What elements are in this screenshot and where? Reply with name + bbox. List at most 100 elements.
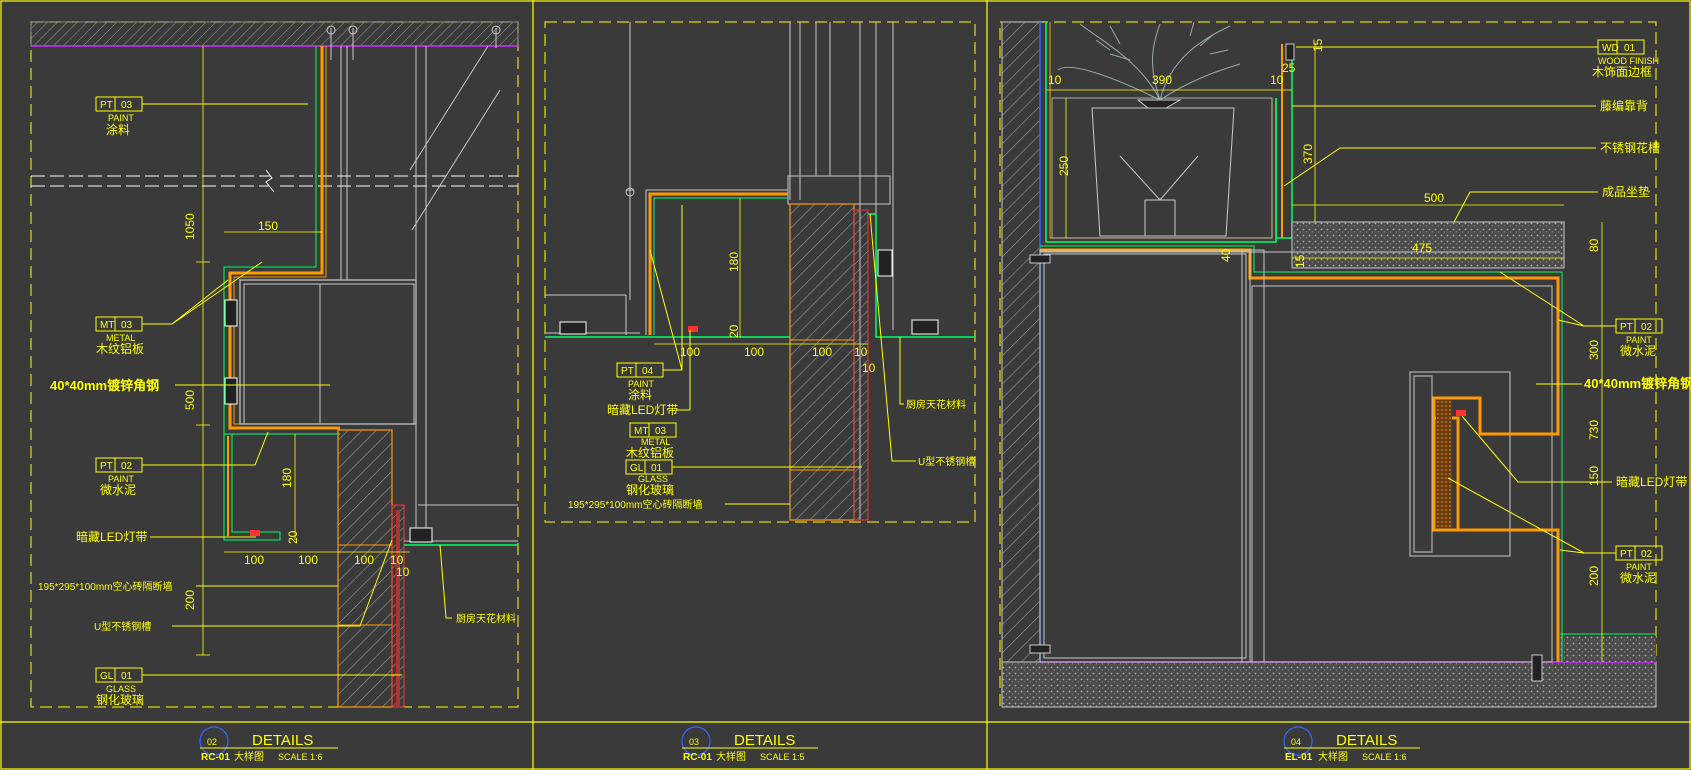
svg-text:涂料: 涂料 [106, 122, 130, 137]
svg-text:02: 02 [1641, 322, 1653, 333]
dimension-lines [1046, 44, 1603, 662]
svg-text:02: 02 [1641, 549, 1653, 560]
dim-500: 500 [183, 390, 197, 410]
svg-text:40: 40 [1219, 248, 1233, 262]
svg-text:SCALE 1:6: SCALE 1:6 [278, 752, 323, 762]
svg-text:大样图: 大样图 [234, 750, 264, 763]
svg-text:SCALE 1:6: SCALE 1:6 [1362, 752, 1407, 762]
svg-text:微水泥: 微水泥 [100, 483, 136, 497]
planter [1045, 22, 1277, 243]
brick-wall-hatch [337, 429, 393, 708]
svg-text:RC-01: RC-01 [201, 752, 230, 763]
note-rattan: 藤编靠背 [1600, 98, 1648, 113]
svg-text:01: 01 [1624, 43, 1636, 54]
note-uchannel: U型不锈钢槽 [918, 455, 975, 468]
dim-100: 100 [298, 553, 318, 567]
dim-150: 150 [258, 219, 278, 233]
note-ceiling: 厨房天花材料 [456, 612, 516, 625]
detail-drawing-sheet: 150 1050 500 180 20 100 100 100 10 10 20… [0, 0, 1691, 770]
svg-text:木纹铝板: 木纹铝板 [96, 341, 144, 356]
svg-text:10: 10 [1048, 73, 1062, 87]
plant-leaves [1057, 21, 1241, 101]
svg-text:100: 100 [812, 345, 832, 359]
svg-text:500: 500 [1424, 191, 1444, 205]
svg-text:20: 20 [727, 324, 741, 338]
detail-title: DETAILS [252, 732, 313, 749]
detail-title: DETAILS [1336, 732, 1397, 749]
dim-100: 100 [244, 553, 264, 567]
svg-text:80: 80 [1587, 238, 1601, 252]
svg-text:PT: PT [100, 461, 113, 472]
detail-panel-03: 180 20 100 100 100 10 10 PT 04 PAINT 涂料 暗… [544, 21, 976, 523]
svg-text:200: 200 [1587, 566, 1601, 586]
material-tag: MT 03 METAL 木纹铝板 [626, 422, 677, 460]
svg-text:04: 04 [642, 366, 654, 377]
svg-text:10: 10 [862, 361, 876, 375]
svg-text:03: 03 [655, 426, 667, 437]
svg-text:03: 03 [689, 737, 699, 747]
svg-text:390: 390 [1152, 73, 1172, 87]
bench-finish [1040, 248, 1560, 662]
svg-text:15: 15 [1311, 38, 1325, 52]
svg-text:MT: MT [100, 320, 114, 331]
svg-text:大样图: 大样图 [716, 750, 746, 763]
dim-100: 100 [354, 553, 374, 567]
svg-text:钢化玻璃: 钢化玻璃 [626, 483, 674, 497]
title-block: 04 DETAILS EL-01 大样图 SCALE 1:6 [1283, 726, 1420, 763]
svg-text:25: 25 [1282, 61, 1296, 75]
svg-text:180: 180 [727, 252, 741, 272]
svg-text:木饰面边框: 木饰面边框 [1592, 65, 1652, 79]
note-uchannel: U型不锈钢槽 [94, 620, 151, 633]
svg-text:10: 10 [1270, 73, 1284, 87]
svg-text:PT: PT [1620, 322, 1633, 333]
note-led: 暗藏LED灯带 [607, 402, 678, 417]
dim-1050: 1050 [183, 213, 197, 240]
led-lip [223, 434, 281, 541]
dim-10: 10 [396, 565, 410, 579]
note-steel: 40*40mm镀锌角钢 [1584, 376, 1691, 391]
svg-text:MT: MT [634, 426, 648, 437]
detail-panel-04: 10 390 10 25 15 370 250 500 475 40 15 80… [999, 21, 1691, 708]
svg-text:微水泥: 微水泥 [1620, 344, 1656, 358]
svg-text:02: 02 [121, 461, 133, 472]
note-planter: 不锈钢花槽 [1600, 140, 1660, 155]
break-line [31, 169, 518, 193]
svg-text:SCALE 1:5: SCALE 1:5 [760, 752, 805, 762]
dimension-texts: 10 390 10 25 15 370 250 500 475 40 15 80… [1048, 38, 1601, 586]
wall-hatch [1001, 21, 1041, 663]
title-block: 03 DETAILS RC-01 大样图 SCALE 1:5 [681, 726, 818, 763]
svg-text:01: 01 [651, 463, 663, 474]
svg-text:04: 04 [1291, 737, 1301, 747]
svg-text:03: 03 [121, 320, 133, 331]
ceiling-slab-hatch [30, 21, 519, 47]
dim-180: 180 [280, 468, 294, 488]
dim-20: 20 [286, 530, 300, 544]
note-brick: 195*295*100mm空心砖隔断墙 [568, 498, 703, 511]
detail-title: DETAILS [734, 732, 795, 749]
svg-text:WD: WD [1602, 43, 1619, 54]
material-tag: PT 02 PAINT 微水泥 [95, 431, 269, 497]
material-tag: PT 02 PAINT 微水泥 [1499, 271, 1663, 358]
brick-wall-hatch [789, 203, 855, 521]
svg-text:370: 370 [1301, 144, 1315, 164]
kitchen-ceiling [404, 504, 518, 546]
svg-text:大样图: 大样图 [1318, 750, 1348, 763]
note-cushion: 成品坐垫 [1602, 184, 1650, 199]
svg-text:300: 300 [1587, 340, 1601, 360]
note-steel: 40*40mm镀锌角钢 [50, 378, 159, 393]
title-block: 02 DETAILS RC-01 大样图 SCALE 1:6 [199, 726, 338, 763]
dim-200: 200 [183, 590, 197, 610]
material-tag: PT 03 PAINT 涂料 [95, 96, 308, 137]
svg-text:PT: PT [100, 100, 113, 111]
svg-text:GL: GL [630, 463, 644, 474]
svg-text:475: 475 [1412, 241, 1432, 255]
material-tag: WD 01 WOOD FINISH 木饰面边框 [1296, 39, 1659, 79]
note-brick: 195*295*100mm空心砖隔断墙 [38, 580, 173, 593]
svg-text:150: 150 [1587, 466, 1601, 486]
svg-text:250: 250 [1057, 156, 1071, 176]
svg-text:02: 02 [207, 737, 217, 747]
svg-text:EL-01: EL-01 [1285, 752, 1313, 763]
svg-text:钢化玻璃: 钢化玻璃 [96, 693, 144, 707]
annotation-notes: 藤编靠背 不锈钢花槽 成品坐垫 40*40mm镀锌角钢 暗藏LED灯带 [1283, 98, 1691, 489]
svg-text:涂料: 涂料 [628, 387, 652, 402]
